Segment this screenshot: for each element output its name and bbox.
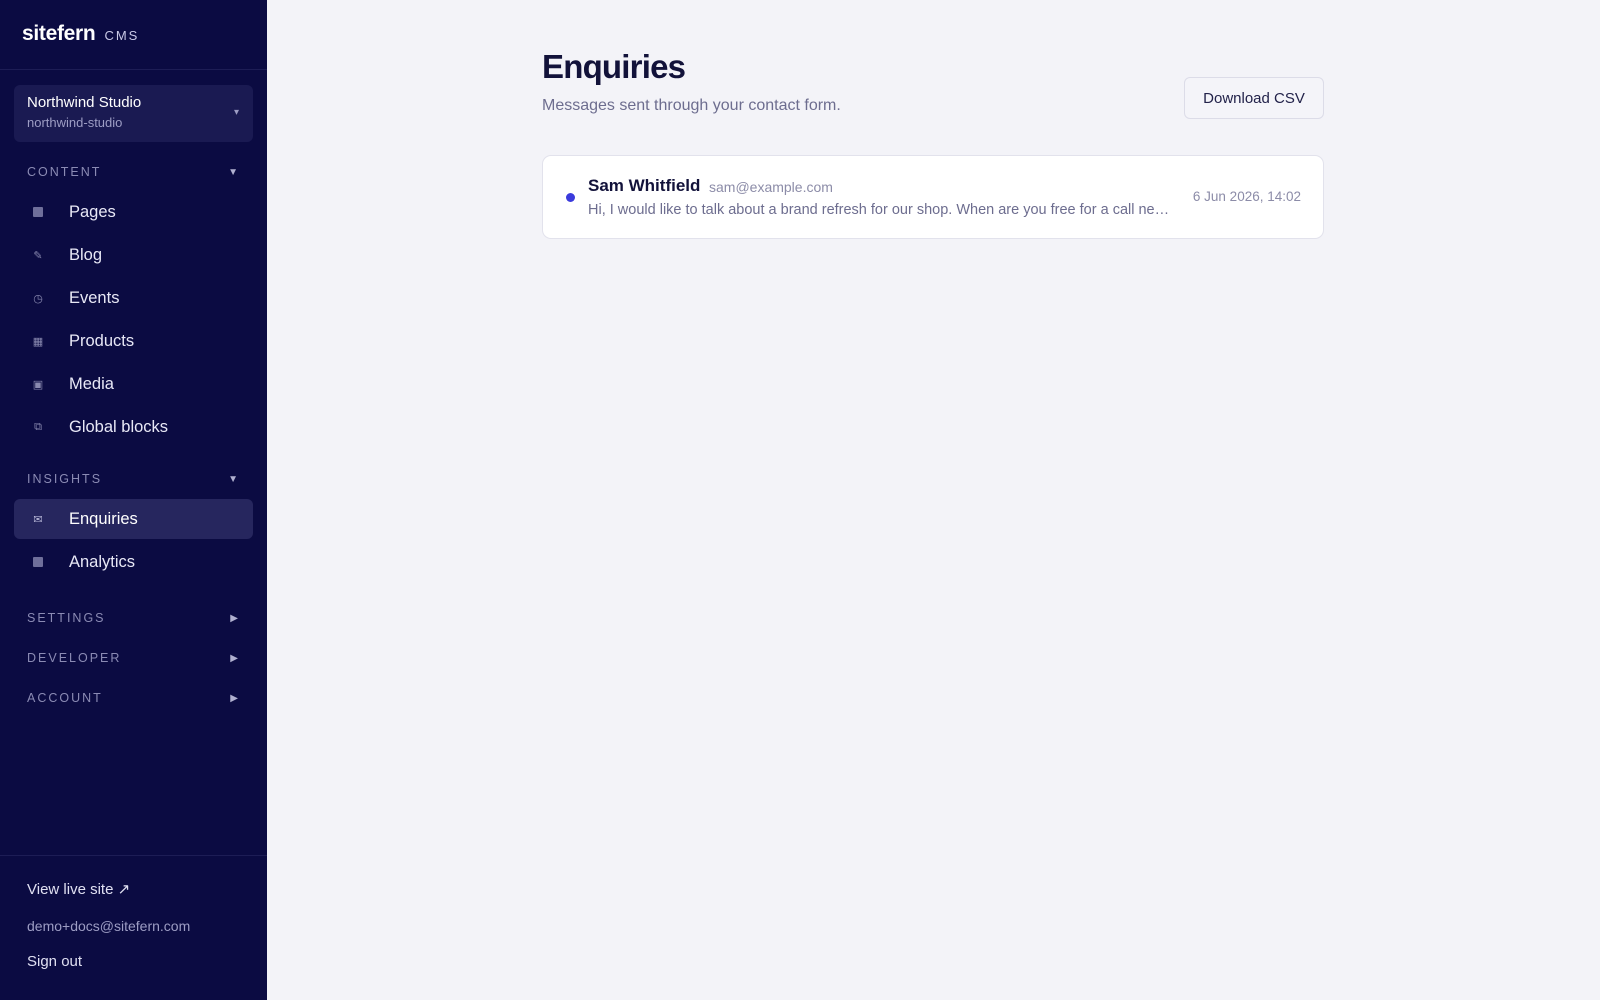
chevron-down-icon: ▾ <box>233 107 239 118</box>
clock-icon: ◷ <box>33 292 43 305</box>
account-email: demo+docs@sitefern.com <box>27 918 191 934</box>
sidebar-item-label: Global blocks <box>69 417 169 436</box>
sidebar-item-label: Media <box>69 374 114 393</box>
sidebar: sitefern CMS Northwind Studio northwind-… <box>0 0 267 1000</box>
site-slug: northwind-studio <box>27 115 123 130</box>
brand-suffix: CMS <box>104 28 140 43</box>
copy-icon: ⧉ <box>34 420 42 433</box>
unread-indicator <box>566 193 575 202</box>
caret-right-icon: ▶ <box>230 652 240 664</box>
caret-down-icon: ▼ <box>228 473 240 485</box>
sidebar-item-global-blocks[interactable]: ⧉ Global blocks <box>14 407 253 447</box>
section-header-content[interactable]: CONTENT ▼ <box>0 158 267 186</box>
brand-logo: sitefern CMS <box>0 0 267 70</box>
pencil-icon: ✎ <box>33 249 43 262</box>
chart-icon <box>32 556 44 568</box>
sign-out-button[interactable]: Sign out <box>27 953 240 970</box>
caret-right-icon: ▶ <box>230 612 240 624</box>
section-header-settings[interactable]: SETTINGS ▶ <box>0 604 267 632</box>
sidebar-item-analytics[interactable]: Analytics <box>14 542 253 582</box>
brand-name: sitefern <box>22 22 96 45</box>
download-csv-button[interactable]: Download CSV <box>1184 77 1324 119</box>
section-label: CONTENT <box>27 165 102 179</box>
site-switcher[interactable]: Northwind Studio northwind-studio ▾ <box>14 85 253 142</box>
site-name: Northwind Studio <box>27 94 142 111</box>
section-label: SETTINGS <box>27 611 106 625</box>
received-timestamp: 6 Jun 2026, 14:02 <box>1192 189 1301 204</box>
section-label: DEVELOPER <box>27 651 122 665</box>
sidebar-item-label: Events <box>69 288 120 307</box>
sidebar-item-pages[interactable]: Pages <box>14 192 253 232</box>
section-label: INSIGHTS <box>27 472 103 486</box>
sidebar-item-enquiries[interactable]: ✉ Enquiries <box>14 499 253 539</box>
caret-down-icon: ▼ <box>228 166 240 178</box>
page-subtitle: Messages sent through your contact form. <box>542 97 841 114</box>
app-shell: sitefern CMS Northwind Studio northwind-… <box>0 0 1600 1000</box>
sidebar-item-products[interactable]: ▦ Products <box>14 321 253 361</box>
sidebar-footer: View live site ↗ demo+docs@sitefern.com … <box>0 855 267 1000</box>
sidebar-item-media[interactable]: ▣ Media <box>14 364 253 404</box>
sidebar-item-label: Blog <box>69 245 103 264</box>
page-title: Enquiries <box>542 48 686 85</box>
main-content: Enquiries Messages sent through your con… <box>267 0 1600 1000</box>
sender-email: sam@example.com <box>709 179 833 195</box>
sender-name: Sam Whitfield <box>588 176 701 195</box>
sidebar-item-label: Pages <box>69 202 116 221</box>
caret-right-icon: ▶ <box>230 692 240 704</box>
section-header-account[interactable]: ACCOUNT ▶ <box>0 684 267 712</box>
sidebar-item-blog[interactable]: ✎ Blog <box>14 235 253 275</box>
sidebar-item-label: Products <box>69 331 135 350</box>
envelope-icon: ✉ <box>33 513 43 526</box>
sidebar-item-label: Analytics <box>69 552 136 571</box>
image-icon: ▣ <box>32 378 44 391</box>
enquiry-row[interactable]: Sam Whitfield sam@example.com Hi, I woul… <box>542 155 1324 239</box>
sidebar-item-label: Enquiries <box>69 509 138 528</box>
sidebar-item-events[interactable]: ◷ Events <box>14 278 253 318</box>
section-header-insights[interactable]: INSIGHTS ▼ <box>0 465 267 493</box>
pages-icon <box>32 206 44 218</box>
message-preview: Hi, I would like to talk about a brand r… <box>588 202 1173 218</box>
view-live-site-link[interactable]: View live site ↗ <box>27 880 240 898</box>
grid-icon: ▦ <box>32 335 44 348</box>
section-header-developer[interactable]: DEVELOPER ▶ <box>0 644 267 672</box>
section-label: ACCOUNT <box>27 691 103 705</box>
